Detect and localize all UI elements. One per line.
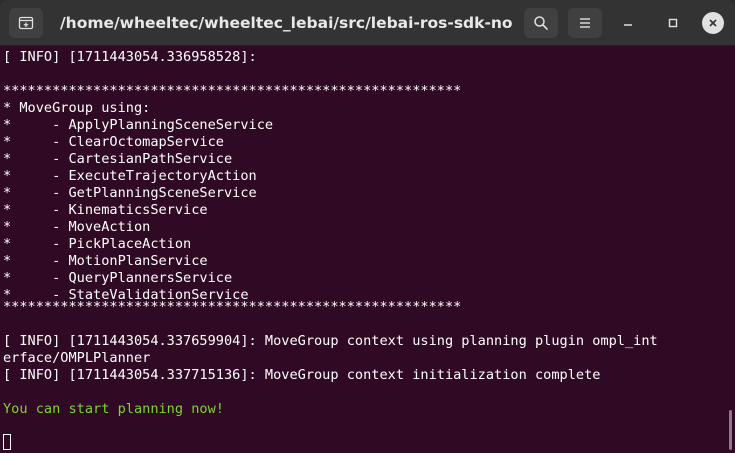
title-bar: /home/wheeltec/wheeltec_lebai/src/lebai-… [0,0,735,46]
new-tab-button[interactable] [9,8,43,38]
terminal-window: /home/wheeltec/wheeltec_lebai/src/lebai-… [0,0,735,453]
terminal-line: ****************************************… [3,299,462,315]
terminal-line: * - CartesianPathService [3,151,233,167]
menu-button[interactable] [568,8,602,38]
terminal-line: [ INFO] [1711443054.336958528]: [3,49,257,65]
window-title: /home/wheeltec/wheeltec_lebai/src/lebai-… [60,14,512,32]
terminal-line: [ INFO] [1711443054.337659904]: MoveGrou… [3,333,658,349]
terminal-line: * - MoveAction [3,219,151,235]
scrollbar-thumb[interactable] [729,410,732,450]
search-icon [534,16,548,30]
terminal-line: * - GetPlanningSceneService [3,185,257,201]
terminal-line: * - ExecuteTrajectoryAction [3,168,257,184]
terminal-line: * MoveGroup using: [3,100,151,116]
maximize-button[interactable] [663,13,683,33]
hamburger-menu-icon [580,18,590,28]
search-button[interactable] [524,8,558,38]
terminal-line: [ INFO] [1711443054.337715136]: MoveGrou… [3,367,601,383]
scrollbar[interactable] [726,46,735,453]
terminal-ready-message: You can start planning now! [3,401,224,417]
terminal-cursor [3,434,11,450]
terminal-output[interactable]: [ INFO] [1711443054.336958528]: ********… [0,46,722,453]
terminal-line: ****************************************… [3,83,462,99]
close-icon [709,19,717,27]
close-button[interactable] [702,12,724,34]
new-tab-icon [18,16,34,30]
maximize-icon [668,18,678,28]
terminal-line: * - PickPlaceAction [3,236,192,252]
minimize-button[interactable] [618,13,638,33]
minimize-icon [624,24,632,26]
terminal-line: * - KinematicsService [3,202,208,218]
terminal-line: * - MotionPlanService [3,253,208,269]
terminal-line: erface/OMPLPlanner [3,350,151,366]
terminal-line: * - ApplyPlanningSceneService [3,117,274,133]
terminal-line: * - ClearOctomapService [3,134,224,150]
terminal-line: * - QueryPlannersService [3,270,233,286]
